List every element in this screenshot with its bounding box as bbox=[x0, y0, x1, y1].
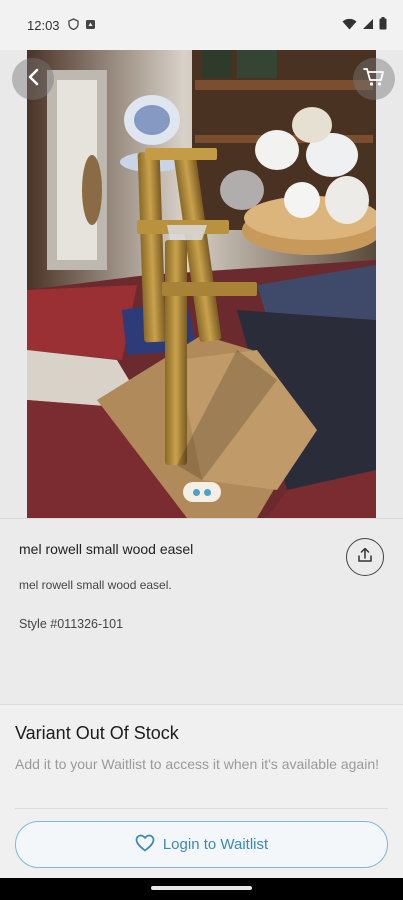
status-bar: 12:03 bbox=[0, 0, 403, 50]
cart-button[interactable] bbox=[353, 58, 395, 100]
back-button[interactable] bbox=[12, 58, 54, 100]
heart-icon bbox=[135, 834, 155, 856]
shield-icon bbox=[67, 17, 79, 33]
signal-icon bbox=[362, 18, 374, 33]
carousel-indicator[interactable] bbox=[183, 482, 221, 502]
notification-icon bbox=[85, 18, 96, 33]
out-of-stock-message: Add it to your Waitlist to access it whe… bbox=[15, 756, 379, 772]
divider bbox=[15, 808, 388, 809]
out-of-stock-heading: Variant Out Of Stock bbox=[15, 723, 179, 743]
home-indicator[interactable] bbox=[151, 886, 252, 890]
cart-icon bbox=[363, 67, 385, 92]
status-time: 12:03 bbox=[27, 17, 60, 33]
product-photo bbox=[27, 50, 376, 518]
carousel-dot[interactable] bbox=[204, 488, 211, 496]
status-icons bbox=[342, 17, 387, 33]
product-image-carousel[interactable] bbox=[0, 50, 403, 518]
wifi-icon bbox=[342, 18, 357, 33]
share-icon bbox=[357, 547, 373, 568]
carousel-dot[interactable] bbox=[193, 488, 200, 496]
battery-icon bbox=[379, 17, 387, 33]
system-navigation-bar bbox=[0, 878, 403, 900]
product-description: mel rowell small wood easel. bbox=[19, 578, 172, 592]
waitlist-panel: Variant Out Of Stock Add it to your Wait… bbox=[0, 704, 403, 878]
chevron-left-icon bbox=[26, 68, 40, 91]
product-style-number: Style #011326-101 bbox=[19, 617, 124, 631]
share-button[interactable] bbox=[346, 538, 384, 576]
waitlist-button-label: Login to Waitlist bbox=[162, 836, 269, 853]
login-to-waitlist-button[interactable]: Login to Waitlist bbox=[15, 821, 388, 868]
product-title: mel rowell small wood easel bbox=[19, 541, 194, 557]
product-details: mel rowell small wood easel mel rowell s… bbox=[0, 518, 403, 704]
